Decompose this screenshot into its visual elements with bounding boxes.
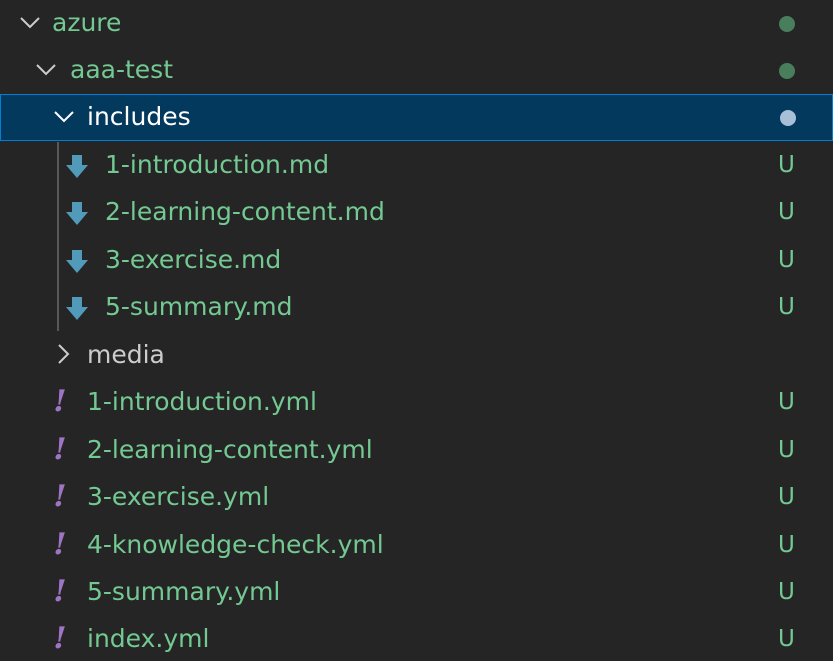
file-row[interactable]: 5-summary.md U xyxy=(0,284,833,331)
untracked-status: U xyxy=(778,532,795,558)
modified-dot-icon xyxy=(779,63,795,79)
folder-label: includes xyxy=(87,102,191,131)
yaml-exclamation-icon: ! xyxy=(53,384,67,419)
file-row[interactable]: ! 3-exercise.yml U xyxy=(0,474,833,521)
file-label: 1-introduction.md xyxy=(105,150,330,179)
file-label: 1-introduction.yml xyxy=(87,387,317,416)
file-row[interactable]: 2-learning-content.md U xyxy=(0,189,833,236)
file-row[interactable]: ! 1-introduction.yml U xyxy=(0,379,833,426)
chevron-down-icon[interactable] xyxy=(35,58,57,80)
chevron-down-icon[interactable] xyxy=(19,11,41,33)
file-row[interactable]: ! 4-knowledge-check.yml U xyxy=(0,522,833,569)
folder-row-aaa-test[interactable]: aaa-test xyxy=(0,47,833,94)
file-label: 2-learning-content.yml xyxy=(87,435,373,464)
modified-dot-icon xyxy=(780,110,796,126)
yaml-exclamation-icon: ! xyxy=(53,527,67,562)
file-label: 5-summary.yml xyxy=(87,577,281,606)
file-row[interactable]: ! 5-summary.yml U xyxy=(0,569,833,616)
untracked-status: U xyxy=(778,247,795,273)
file-label: index.yml xyxy=(87,624,210,653)
markdown-download-icon xyxy=(64,154,90,180)
folder-row-azure[interactable]: azure xyxy=(0,0,833,47)
yaml-exclamation-icon: ! xyxy=(53,479,67,514)
untracked-status: U xyxy=(778,389,795,415)
markdown-download-icon xyxy=(64,201,90,227)
yaml-exclamation-icon: ! xyxy=(53,432,67,467)
untracked-status: U xyxy=(778,484,795,510)
untracked-status: U xyxy=(778,199,795,225)
markdown-download-icon xyxy=(64,296,90,322)
file-label: 3-exercise.yml xyxy=(87,482,270,511)
untracked-status: U xyxy=(778,437,795,463)
folder-label: media xyxy=(87,340,165,369)
yaml-exclamation-icon: ! xyxy=(53,621,67,656)
untracked-status: U xyxy=(778,626,795,652)
file-explorer-tree: azure aaa-test includes 1-introduction.m… xyxy=(0,0,833,661)
folder-label: aaa-test xyxy=(70,55,173,84)
file-row[interactable]: ! index.yml U xyxy=(0,616,833,661)
markdown-download-icon xyxy=(64,249,90,275)
file-label: 4-knowledge-check.yml xyxy=(87,530,384,559)
folder-label: azure xyxy=(52,8,122,37)
file-label: 5-summary.md xyxy=(105,292,293,321)
yaml-exclamation-icon: ! xyxy=(53,574,67,609)
untracked-status: U xyxy=(778,152,795,178)
untracked-status: U xyxy=(778,294,795,320)
file-row[interactable]: 3-exercise.md U xyxy=(0,237,833,284)
folder-row-includes[interactable]: includes xyxy=(0,94,833,141)
modified-dot-icon xyxy=(779,16,795,32)
file-label: 3-exercise.md xyxy=(105,245,282,274)
file-row[interactable]: 1-introduction.md U xyxy=(0,142,833,189)
file-row[interactable]: ! 2-learning-content.yml U xyxy=(0,427,833,474)
folder-row-media[interactable]: media xyxy=(0,332,833,379)
file-label: 2-learning-content.md xyxy=(105,197,385,226)
untracked-status: U xyxy=(778,579,795,605)
chevron-right-icon[interactable] xyxy=(52,343,74,365)
chevron-down-icon[interactable] xyxy=(53,105,75,127)
